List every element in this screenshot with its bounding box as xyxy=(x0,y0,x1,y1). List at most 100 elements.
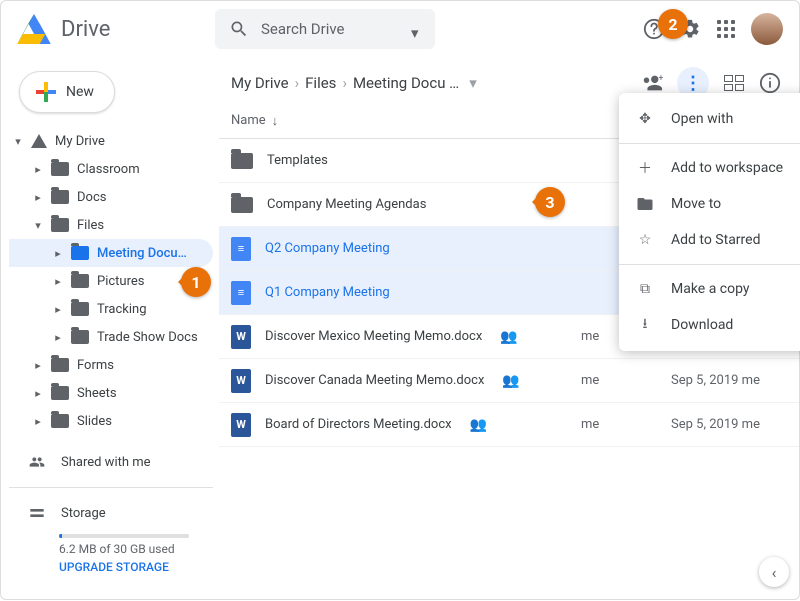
menu-move-to[interactable]: Move to xyxy=(619,186,800,222)
tutorial-callout-3: 3 xyxy=(535,187,565,217)
folder-icon xyxy=(231,197,253,213)
folder-icon xyxy=(51,190,69,204)
chevron-right-icon: › xyxy=(342,74,347,92)
chevron-right-icon: › xyxy=(295,74,300,92)
file-name: Board of Directors Meeting.docx xyxy=(265,417,452,432)
file-modified: Sep 5, 2019 me xyxy=(671,417,781,432)
col-name[interactable]: Name xyxy=(231,113,266,128)
tutorial-callout-2: 2 xyxy=(658,9,688,39)
search-placeholder: Search Drive xyxy=(261,20,345,38)
menu-make-copy[interactable]: ⧉Make a copy xyxy=(619,271,800,307)
folder-icon xyxy=(71,330,89,344)
context-menu: ✥Open with› ＋Add to workspace› Move to ☆… xyxy=(619,93,800,351)
menu-open-with[interactable]: ✥Open with› xyxy=(619,101,800,137)
arrow-down-icon: ↓ xyxy=(272,113,279,129)
new-button-label: New xyxy=(66,84,94,100)
crumb-current[interactable]: Meeting Docu … xyxy=(353,74,459,92)
file-name: Discover Canada Meeting Memo.docx xyxy=(265,373,484,388)
folder-icon xyxy=(231,153,253,169)
folder-icon xyxy=(51,162,69,176)
crumb-files[interactable]: Files xyxy=(305,74,336,92)
nav-tracking[interactable]: ▸Tracking xyxy=(9,295,213,323)
breadcrumb: My Drive › Files › Meeting Docu … ▾ xyxy=(231,74,477,92)
file-owner: me xyxy=(581,373,671,388)
sidebar: New ▾My Drive ▸Classroom ▸Docs ▾Files ▸M… xyxy=(1,57,219,601)
shared-icon: 👥 xyxy=(500,329,517,345)
file-name: Company Meeting Agendas xyxy=(267,197,426,212)
plus-icon xyxy=(36,82,56,102)
copy-icon: ⧉ xyxy=(635,279,655,299)
plus-icon: ＋ xyxy=(635,158,655,178)
gdoc-icon: ≡ xyxy=(231,281,251,305)
layout-grid-icon[interactable] xyxy=(723,72,745,94)
main-pane: My Drive › Files › Meeting Docu … ▾ + ⋮ … xyxy=(219,57,799,601)
search-input[interactable]: Search Drive ▾ xyxy=(215,9,435,49)
storage-label-text: Storage xyxy=(61,506,106,521)
nav-docs[interactable]: ▸Docs xyxy=(9,183,213,211)
download-icon: ⭳ xyxy=(635,315,655,335)
nav-slides[interactable]: ▸Slides xyxy=(9,407,213,435)
nav-sheets[interactable]: ▸Sheets xyxy=(9,379,213,407)
apps-grid-icon[interactable] xyxy=(715,18,737,40)
folder-icon xyxy=(51,386,69,400)
nav-classroom[interactable]: ▸Classroom xyxy=(9,155,213,183)
app-name: Drive xyxy=(61,17,110,42)
more-vert-icon: ⋮ xyxy=(684,73,702,94)
folder-icon xyxy=(51,358,69,372)
folder-icon xyxy=(71,302,89,316)
word-icon: W xyxy=(231,325,251,349)
nav-files[interactable]: ▾Files xyxy=(9,211,213,239)
file-row[interactable]: W Board of Directors Meeting.docx 👥 meSep 5… xyxy=(219,403,799,447)
nav-meeting-documents[interactable]: ▸Meeting Documents xyxy=(9,239,213,267)
people-icon xyxy=(27,454,47,470)
logo[interactable]: Drive xyxy=(17,14,207,44)
shared-label: Shared with me xyxy=(61,455,151,470)
folder-icon xyxy=(71,246,89,260)
drive-icon xyxy=(31,134,47,148)
file-modified: Sep 5, 2019 me xyxy=(671,373,781,388)
chevron-down-icon[interactable]: ▾ xyxy=(411,24,421,34)
folder-icon xyxy=(51,414,69,428)
move-icon xyxy=(635,194,655,214)
word-icon: W xyxy=(231,413,251,437)
my-drive-item[interactable]: ▾My Drive xyxy=(9,127,213,155)
upgrade-storage-link[interactable]: UPGRADE STORAGE xyxy=(59,560,213,574)
folder-icon xyxy=(71,274,89,288)
menu-separator xyxy=(619,264,800,265)
file-name: Templates xyxy=(267,153,328,168)
menu-separator xyxy=(619,143,800,144)
storage-item[interactable]: Storage xyxy=(9,498,213,528)
side-panel-toggle[interactable]: ‹ xyxy=(759,557,789,587)
storage-used-text: 6.2 MB of 30 GB used xyxy=(59,542,213,556)
share-people-icon[interactable]: + xyxy=(641,72,663,94)
menu-add-starred[interactable]: ☆Add to Starred xyxy=(619,222,800,258)
chevron-down-icon[interactable]: ▾ xyxy=(469,74,477,92)
nav-forms[interactable]: ▸Forms xyxy=(9,351,213,379)
file-row[interactable]: W Discover Canada Meeting Memo.docx 👥 meSep… xyxy=(219,359,799,403)
file-owner: me xyxy=(581,417,671,432)
chevron-left-icon: ‹ xyxy=(772,563,777,582)
drive-logo-icon xyxy=(17,14,51,44)
svg-text:+: + xyxy=(658,74,663,84)
word-icon: W xyxy=(231,369,251,393)
nav-tradeshow[interactable]: ▸Trade Show Docs xyxy=(9,323,213,351)
file-name: Discover Mexico Meeting Memo.docx xyxy=(265,329,482,344)
crumb-mydrive[interactable]: My Drive xyxy=(231,74,289,92)
info-icon[interactable] xyxy=(759,72,781,94)
menu-download[interactable]: ⭳Download xyxy=(619,307,800,343)
open-with-icon: ✥ xyxy=(635,109,655,129)
storage-meter xyxy=(59,534,189,538)
new-button[interactable]: New xyxy=(19,71,115,113)
shared-icon: 👥 xyxy=(502,373,519,389)
shared-with-me[interactable]: Shared with me xyxy=(9,447,213,477)
my-drive-label: My Drive xyxy=(55,134,105,149)
menu-add-workspace[interactable]: ＋Add to workspace› xyxy=(619,150,800,186)
user-avatar[interactable] xyxy=(751,13,783,45)
file-name: Q1 Company Meeting xyxy=(265,285,390,300)
folder-icon xyxy=(51,218,69,232)
gdoc-icon: ≡ xyxy=(231,237,251,261)
search-icon xyxy=(229,19,249,39)
shared-icon: 👥 xyxy=(470,417,487,433)
tutorial-callout-1: 1 xyxy=(181,267,211,297)
storage-icon xyxy=(27,505,47,521)
